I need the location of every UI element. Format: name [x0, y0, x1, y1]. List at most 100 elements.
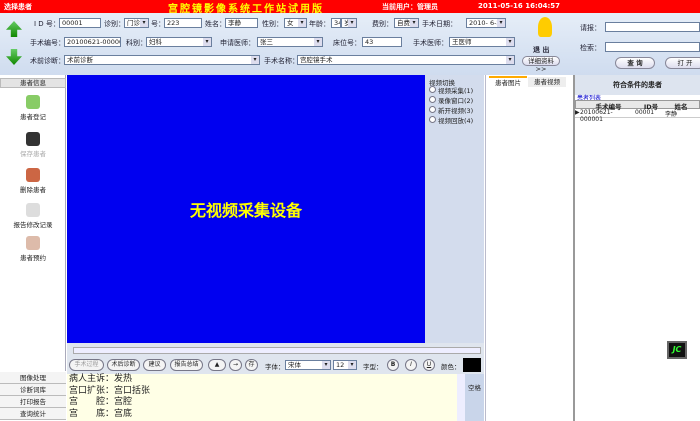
id-field[interactable]: 00001 [59, 18, 101, 28]
bed-field[interactable]: 43 [362, 37, 402, 47]
text-scrollbar[interactable] [457, 374, 465, 421]
arrow-right-button[interactable]: → [229, 359, 242, 371]
surgeon-select[interactable]: 王医师 [449, 37, 515, 47]
date-label: 手术日期： [422, 20, 457, 28]
delete-patient-button[interactable]: 删除患者 [0, 168, 66, 194]
radio-new-video[interactable]: 新开视频(3) [429, 105, 473, 115]
date-picker[interactable]: 2010- 6-21 [466, 18, 506, 28]
video-switch-panel: 视频切换 视频采集(1) 录像窗口(2) 新开视频(3) 视频回放(4) [425, 75, 484, 343]
radio-video-capture[interactable]: 视频采集(1) [429, 85, 473, 95]
current-user: 当前用户：管理员 [382, 3, 438, 11]
tab-patient-videos[interactable]: 患者视频 [528, 77, 566, 87]
report-summary-button[interactable]: 报告总结 [170, 359, 203, 371]
bold-button[interactable]: B [387, 359, 399, 371]
text-line: 宫 腔：宫腔 [69, 397, 133, 407]
results-title: 符合条件的患者 [575, 75, 700, 95]
fee-select[interactable]: 自费 [394, 18, 419, 28]
id-label: I D 号： [34, 20, 60, 28]
bed-label: 床位号： [333, 39, 361, 47]
print-report-button[interactable]: 打印报告 [0, 396, 66, 408]
report-input[interactable] [605, 22, 700, 32]
text-line: 病人主诉：发热 [69, 374, 133, 384]
sidebar-item-label: 保存患者 [20, 150, 46, 158]
clinic-label: 诊别： [104, 20, 125, 28]
delete-user-icon [26, 168, 40, 182]
patient-form: I D 号： 00001 诊别： 门诊 号： 223 姓名： 李静 性别： 女 … [0, 13, 700, 75]
surgery-name-select[interactable]: 宫腔镜手术 [297, 55, 515, 65]
surgery-process-button[interactable]: 手术过程 [69, 359, 104, 371]
radio-record-window[interactable]: 录像窗口(2) [429, 95, 473, 105]
detail-button[interactable]: 详细资料>> [522, 56, 560, 73]
no-video-message: 无视频采集设备 [189, 201, 302, 220]
space-button[interactable]: 空格 [465, 374, 484, 421]
query-button[interactable]: 查 询 [615, 57, 655, 69]
italic-button[interactable]: I [405, 359, 417, 371]
title-bar: 选择患者 宫腔镜影像系统工作站试用版 当前用户：管理员 2011-05-16 1… [0, 0, 700, 15]
report-history-button[interactable]: 报告修改记录 [0, 203, 66, 229]
age-field[interactable]: 34 [331, 18, 341, 28]
sidebar-item-label: 患者预约 [20, 254, 46, 262]
move-up-button[interactable]: ▲ [208, 359, 226, 371]
save-disk-icon [26, 132, 40, 146]
sidebar-item-label: 患者登记 [20, 113, 46, 121]
previous-arrow-icon[interactable] [6, 21, 22, 37]
tab-patient-images[interactable]: 患者图片 [489, 76, 527, 87]
image-processing-button[interactable]: 图像处理 [0, 372, 66, 384]
retrieve-input[interactable] [605, 42, 700, 52]
sidebar-bottom-menu: 图像处理 诊断词库 打印报告 查询统计 [0, 372, 66, 421]
edit-report-icon [26, 203, 40, 217]
text-line: 宫口扩张：宫口括张 [69, 385, 151, 396]
text-line: 宫 底：宫底 [69, 408, 133, 419]
sidebar-header: 患者信息 [0, 78, 66, 88]
open-button[interactable]: 打 开 [665, 57, 700, 69]
age-label: 年龄： [309, 20, 330, 28]
video-progress-slider[interactable] [73, 347, 481, 354]
select-patient-label[interactable]: 选择患者 [4, 2, 32, 12]
no-field[interactable]: 223 [164, 18, 202, 28]
diagnosis-select[interactable]: 术前诊断 [64, 55, 260, 65]
report-text-area[interactable]: 病人主诉：发热 宫口扩张：宫口括张 宫 腔：宫腔 宫 底：宫底 [67, 374, 465, 421]
font-select[interactable]: 宋体 [285, 360, 331, 370]
patient-results-panel: 符合条件的患者 患者列表 手术编号 ID号 姓名 ▶ 20100621-000001 0… [573, 75, 700, 421]
table-row[interactable]: ▶ 20100621-000001 00001 李静 [575, 109, 700, 123]
suggestion-button[interactable]: 建议 [143, 359, 166, 371]
register-patient-button[interactable]: 患者登记 [0, 95, 66, 121]
underline-button[interactable]: U [423, 359, 435, 371]
fee-label: 费别： [372, 20, 393, 28]
diagnosis-label: 术前诊断： [30, 57, 65, 65]
appointment-button[interactable]: 患者预约 [0, 236, 66, 262]
video-display[interactable]: 无视频采集设备 [67, 75, 425, 343]
cell-id: 00001 [635, 109, 655, 116]
font-size-select[interactable]: 12 [333, 360, 357, 370]
sex-select[interactable]: 女 [284, 18, 307, 28]
color-picker[interactable] [463, 358, 481, 372]
column-surgery-no[interactable]: 手术编号 [581, 101, 636, 111]
sidebar: 患者信息 患者登记 保存患者 删除患者 报告修改记录 患者预约 [0, 75, 66, 371]
exit-person-icon[interactable] [538, 17, 552, 37]
style-label: 字型： [363, 363, 383, 371]
sex-label: 性别： [262, 20, 283, 28]
jc-logo-icon: JC [667, 341, 687, 359]
users-icon [26, 236, 40, 250]
req-doctor-label: 申请医师： [220, 39, 255, 47]
font-label: 字体： [265, 363, 285, 371]
table-header: 手术编号 ID号 姓名 [575, 100, 700, 111]
clinic-select[interactable]: 门诊 [124, 18, 149, 28]
name-field[interactable]: 李静 [225, 18, 258, 28]
radio-video-playback[interactable]: 视频回放(4) [429, 115, 473, 125]
req-doctor-select[interactable]: 张三 [257, 37, 323, 47]
column-id[interactable]: ID号 [636, 101, 666, 111]
post-diagnosis-button[interactable]: 术后诊断 [107, 359, 140, 371]
exit-button[interactable]: 退 出 [533, 45, 549, 55]
dept-select[interactable]: 妇科 [146, 37, 212, 47]
surgery-no-label: 手术编号： [30, 39, 65, 47]
surgery-no-field[interactable]: 20100621-000001 [64, 37, 121, 47]
save-text-button[interactable]: 存 [245, 359, 258, 371]
save-patient-button[interactable]: 保存患者 [0, 132, 66, 158]
next-arrow-icon[interactable] [6, 49, 22, 65]
age-unit-select[interactable]: 岁 [341, 18, 357, 28]
column-name[interactable]: 姓名 [666, 101, 696, 111]
diagnosis-dictionary-button[interactable]: 诊断词库 [0, 384, 66, 396]
sidebar-item-label: 删除患者 [20, 186, 46, 194]
statistics-button[interactable]: 查询统计 [0, 408, 66, 420]
